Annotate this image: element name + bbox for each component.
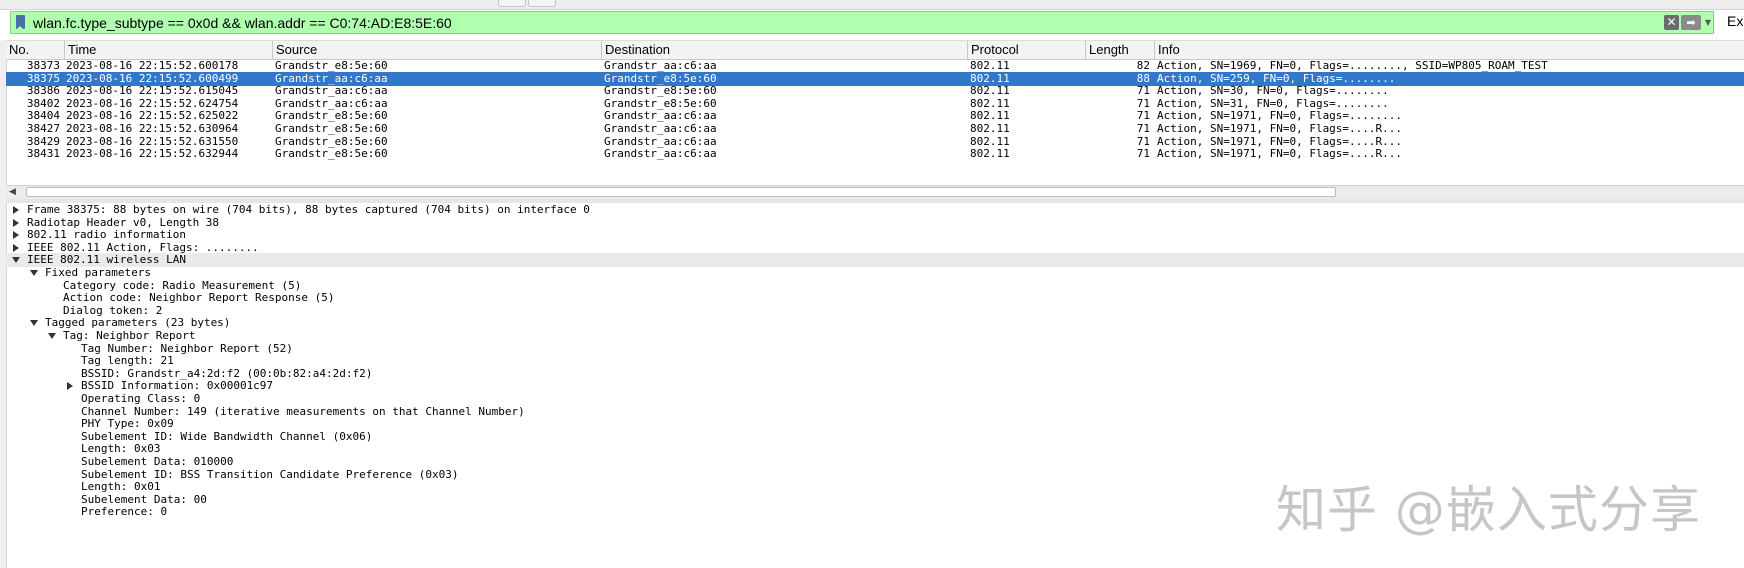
watermark: 知乎 @嵌入式分享 (1276, 481, 1701, 539)
packet-cell-source: Grandstr_e8:5e:60 (275, 147, 388, 161)
arrow-right-icon[interactable]: ➡ (1681, 15, 1701, 30)
packet-cell-destination: Grandstr_aa:c6:aa (604, 147, 717, 161)
chevron-down-icon[interactable]: ▼ (1703, 15, 1713, 30)
top-toolbar-strip (0, 0, 1744, 10)
column-header-time[interactable]: Time (64, 41, 272, 59)
chevron-left-icon[interactable]: ◀ (9, 187, 16, 197)
column-header-protocol[interactable]: Protocol (967, 41, 1085, 59)
expand-arrow-down-icon[interactable] (30, 270, 38, 276)
expand-arrow-right-icon[interactable] (13, 243, 19, 252)
toolbar-button[interactable] (528, 0, 556, 7)
display-filter-input[interactable]: wlan.fc.type_subtype == 0x0d && wlan.add… (33, 14, 452, 32)
packet-cell-time: 2023-08-16 22:15:52.632944 (66, 147, 239, 161)
expand-arrow-right-icon[interactable] (13, 231, 19, 240)
packet-cell-protocol: 802.11 (970, 147, 1010, 161)
scrollbar-thumb[interactable] (26, 187, 1336, 197)
column-header-source[interactable]: Source (272, 41, 601, 59)
expand-arrow-down-icon[interactable] (48, 333, 56, 339)
expand-arrow-right-icon[interactable] (67, 382, 73, 391)
expand-arrow-right-icon[interactable] (13, 206, 19, 214)
toolbar-button[interactable] (498, 0, 526, 7)
clear-icon[interactable]: ✕ (1664, 15, 1679, 30)
column-header-no[interactable]: No. (6, 41, 64, 59)
bookmark-icon[interactable] (16, 15, 25, 30)
expand-arrow-down-icon[interactable] (30, 320, 38, 327)
packet-cell-length: 71 (1136, 147, 1150, 161)
packet-cell-no: 38431 (26, 147, 60, 161)
horizontal-scrollbar[interactable]: ◀ (6, 185, 1744, 200)
expand-arrow-right-icon[interactable] (13, 218, 19, 227)
packet-cell-info: Action, SN=1971, FN=0, Flags=....R... (1157, 147, 1403, 161)
column-header-info[interactable]: Info (1154, 41, 1744, 59)
packet-list[interactable]: 38373 2023-08-16 22:15:52.600178 Grandstr_… (6, 59, 1744, 185)
display-filter-bar[interactable]: wlan.fc.type_subtype == 0x0d && wlan.add… (10, 11, 1714, 34)
column-header-destination[interactable]: Destination (601, 41, 967, 59)
column-header-length[interactable]: Length (1085, 41, 1154, 59)
expression-button[interactable]: Ex (1727, 13, 1743, 29)
detail-tree-label: Preference: 0 (81, 505, 168, 519)
expand-arrow-down-icon[interactable] (12, 257, 20, 264)
packet-row[interactable]: 38431 2023-08-16 22:15:52.632944 Grandstr_… (6, 147, 1744, 161)
packet-list-header: No. Time Source Destination Protocol Len… (6, 40, 1744, 60)
